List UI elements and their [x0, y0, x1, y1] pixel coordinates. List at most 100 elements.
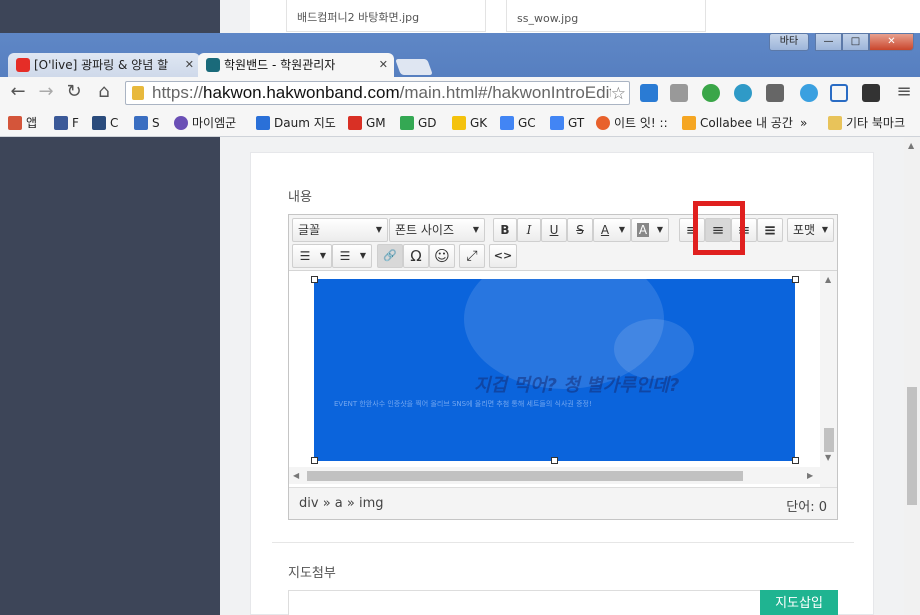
- fullscreen-button[interactable]: ⤢: [459, 244, 485, 268]
- special-character-button[interactable]: Ω: [403, 244, 429, 268]
- collabee-icon: [682, 116, 696, 130]
- extension-icon[interactable]: [702, 84, 720, 102]
- font-size-value: 폰트 사이즈: [395, 223, 455, 237]
- editor-horizontal-scrollbar[interactable]: ◀ ▶: [289, 467, 820, 484]
- chevron-down-icon: ▼: [375, 225, 382, 234]
- bookmark-label: S: [152, 116, 160, 130]
- thumb-filename: ss_wow.jpg: [517, 12, 579, 25]
- scroll-down-icon[interactable]: ▼: [825, 453, 831, 462]
- extension-icon[interactable]: [670, 84, 688, 102]
- resize-handle[interactable]: [792, 276, 799, 283]
- back-arrow-icon[interactable]: ←: [8, 82, 28, 102]
- bookmark-item[interactable]: C: [92, 114, 118, 132]
- resize-handle[interactable]: [551, 457, 558, 464]
- numbered-list-button[interactable]: ☰ ▼: [332, 244, 372, 268]
- image-figure-shape: [614, 319, 694, 379]
- word-count: 단어: 0: [786, 500, 827, 515]
- bookmark-item[interactable]: Daum 지도: [256, 114, 336, 132]
- url-host: hakwon.hakwonband.com: [203, 83, 400, 102]
- bookmark-site-icon: [596, 116, 610, 130]
- format-select[interactable]: 포맷 ▼: [787, 218, 834, 242]
- bookmark-item[interactable]: GT: [550, 114, 584, 132]
- font-family-select[interactable]: 글꼴 ▼: [292, 218, 388, 242]
- resize-handle[interactable]: [311, 457, 318, 464]
- bookmark-label: 마이엠군: [192, 116, 237, 130]
- hakwonband-icon: [206, 58, 220, 72]
- close-icon[interactable]: ✕: [379, 53, 388, 77]
- scroll-left-icon[interactable]: ◀: [293, 471, 299, 480]
- bookmark-item[interactable]: 앱: [8, 114, 37, 132]
- new-tab-button[interactable]: [395, 59, 433, 75]
- resize-handle[interactable]: [311, 276, 318, 283]
- element-path[interactable]: div » a » img: [299, 496, 384, 511]
- format-value: 포맷: [793, 223, 816, 237]
- bookmark-item[interactable]: GC: [500, 114, 536, 132]
- resize-handle[interactable]: [792, 457, 799, 464]
- bookmark-star-icon[interactable]: ☆: [610, 83, 626, 104]
- other-bookmarks[interactable]: 기타 북마크: [828, 114, 905, 132]
- scroll-up-icon[interactable]: ▲: [825, 275, 831, 284]
- background-file-thumb[interactable]: 배드컴퍼니2 바탕화면.jpg: [286, 0, 486, 32]
- bookmark-item[interactable]: F: [54, 114, 79, 132]
- editor-hscroll-thumb[interactable]: [307, 471, 743, 481]
- page-scrollbar-thumb[interactable]: [907, 387, 917, 505]
- underline-button[interactable]: U: [541, 218, 567, 242]
- menu-icon[interactable]: ≡: [894, 82, 914, 102]
- bg-color-label: A: [636, 223, 650, 237]
- bookmark-label: GD: [418, 116, 437, 130]
- scroll-up-icon[interactable]: ▲: [908, 141, 914, 150]
- browser-tab-hakwonband[interactable]: 학원밴드 - 학원관리자 ✕: [198, 53, 394, 77]
- browser-tab-olive[interactable]: [O'live] 광파링 & 양념 할 ✕: [8, 53, 200, 77]
- bookmark-item[interactable]: S: [134, 114, 160, 132]
- editor-vscroll-thumb[interactable]: [824, 428, 834, 452]
- home-icon[interactable]: ⌂: [94, 82, 114, 102]
- screenshot-icon[interactable]: [830, 84, 848, 102]
- bold-button[interactable]: B: [493, 218, 517, 242]
- source-code-button[interactable]: <>: [489, 244, 517, 268]
- thumb-filename: 배드컴퍼니2 바탕화면.jpg: [297, 11, 420, 24]
- font-color-button[interactable]: A ▼: [593, 218, 631, 242]
- forward-arrow-icon[interactable]: →: [36, 82, 56, 102]
- font-size-select[interactable]: 폰트 사이즈 ▼: [389, 218, 485, 242]
- bookmark-item[interactable]: Collabee 내 공간: [682, 114, 793, 132]
- page-scrollbar[interactable]: ▲: [904, 137, 920, 615]
- folder-icon: [828, 116, 842, 130]
- bookmark-item[interactable]: 이트 잇! ::: [596, 114, 668, 132]
- font-family-value: 글꼴: [298, 223, 321, 237]
- selected-embedded-image[interactable]: 지겁 먹어? 청 별가루인데? EVENT 한완사수 인증샷을 찍어 올리브 S…: [314, 279, 795, 461]
- eyedropper-icon[interactable]: [766, 84, 784, 102]
- close-icon[interactable]: ✕: [185, 53, 194, 77]
- address-bar[interactable]: https://hakwon.hakwonband.com/main.html#…: [125, 81, 630, 105]
- extension-icon[interactable]: [734, 84, 752, 102]
- bookmark-item[interactable]: GM: [348, 114, 386, 132]
- editor-content-area[interactable]: 지겁 먹어? 청 별가루인데? EVENT 한완사수 인증샷을 찍어 올리브 S…: [289, 271, 837, 487]
- link-button[interactable]: 🔗: [377, 244, 403, 268]
- emoticon-button[interactable]: ☺: [429, 244, 455, 268]
- background-file-thumb[interactable]: ss_wow.jpg: [506, 0, 706, 32]
- bullet-list-button[interactable]: ☰ ▼: [292, 244, 332, 268]
- reload-icon[interactable]: ↻: [64, 82, 84, 102]
- extension-icon[interactable]: [640, 84, 658, 102]
- bookmark-item[interactable]: GK: [452, 114, 487, 132]
- bookmark-item[interactable]: GD: [400, 114, 437, 132]
- browser-window-frame: [O'live] 광파링 & 양념 할 ✕ 학원밴드 - 학원관리자 ✕ 바타 —…: [0, 33, 920, 137]
- map-address-input[interactable]: [288, 590, 760, 615]
- close-window-button[interactable]: ✕: [869, 33, 914, 51]
- insert-map-button[interactable]: 지도삽입: [760, 590, 838, 615]
- scroll-right-icon[interactable]: ▶: [807, 471, 813, 480]
- incognito-icon[interactable]: [862, 84, 880, 102]
- maximize-button[interactable]: □: [842, 33, 869, 51]
- extension-icon[interactable]: [800, 84, 818, 102]
- chevron-down-icon: ▼: [618, 225, 625, 234]
- editor-vertical-scrollbar[interactable]: ▲ ▼: [820, 271, 837, 487]
- strikethrough-button[interactable]: S: [567, 218, 593, 242]
- bookmark-item[interactable]: 마이엠군: [174, 114, 236, 132]
- language-button[interactable]: 바타: [769, 33, 809, 51]
- italic-button[interactable]: I: [517, 218, 541, 242]
- bookmark-label: 앱: [26, 116, 38, 130]
- minimize-button[interactable]: —: [815, 33, 842, 51]
- background-gap: [220, 0, 250, 33]
- background-color-button[interactable]: A ▼: [631, 218, 669, 242]
- bookmarks-overflow-chevron[interactable]: »: [800, 114, 807, 132]
- align-justify-button[interactable]: ≡: [757, 218, 783, 242]
